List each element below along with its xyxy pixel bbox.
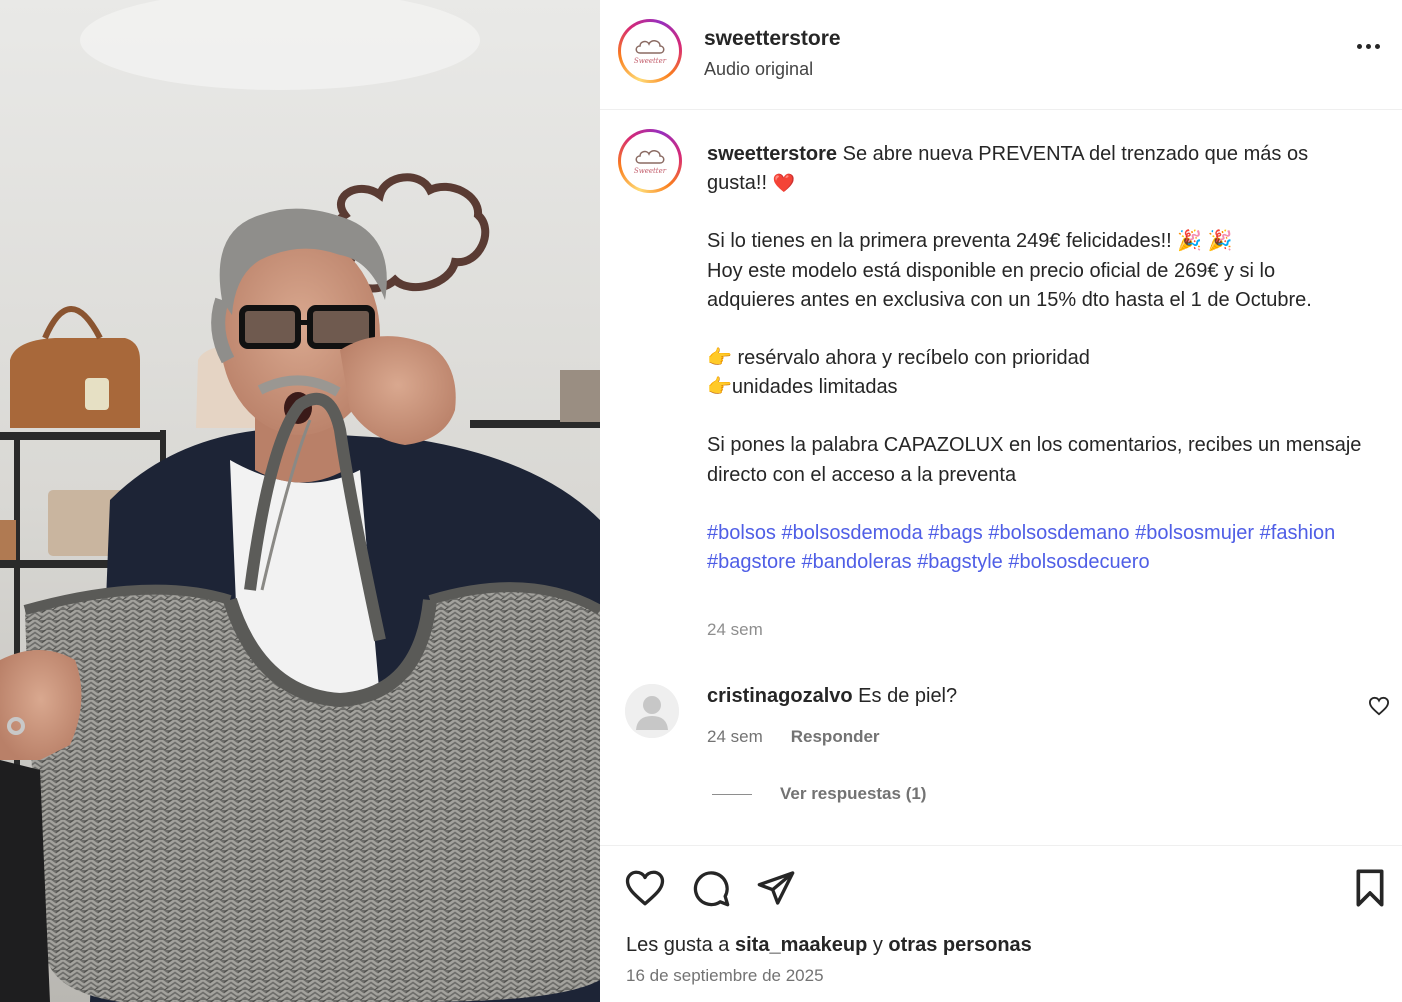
caption-bullet-reserve: resérvalo ahora y recíbelo con prioridad [737,347,1090,370]
hashtag-link[interactable]: #bolsosmujer [1135,522,1254,544]
hashtag-list: #bolsos #bolsosdemoda #bags #bolsosdeman… [707,519,1367,577]
liker-username[interactable]: sita_maakeup [735,934,867,956]
hashtag-link[interactable]: #bolsos [707,522,776,544]
post-header: Sweetter sweetterstore Audio original [600,0,1402,110]
caption-username[interactable]: sweetterstore [707,143,837,165]
party-popper-emoji: 🎉 🎉 [1177,230,1233,253]
hashtag-link[interactable]: #bags [928,522,983,544]
likes-summary: Les gusta a sita_maakeup y otras persona… [626,934,1032,957]
post-date[interactable]: 16 de septiembre de 2025 [626,966,824,986]
post-author-username[interactable]: sweetterstore [704,27,841,51]
hashtag-link[interactable]: #bolsosdemano [988,522,1129,544]
share-icon[interactable] [756,868,796,913]
cloud-logo-icon [635,150,665,164]
comment-meta: 24 sem Responder [707,727,880,747]
heart-icon[interactable] [624,868,666,913]
caption-cta: Si pones la palabra CAPAZOLUX en los com… [707,434,1362,486]
caption-bullet-limited: unidades limitadas [731,376,898,399]
hashtag-link[interactable]: #bagstore [707,551,796,573]
red-heart-emoji: ❤️ [772,173,796,194]
avatar-brand-text: Sweetter [633,57,667,65]
caption-timestamp[interactable]: 24 sem [707,620,763,640]
reply-button[interactable]: Responder [791,727,880,747]
other-likers-link[interactable]: otras personas [888,934,1031,956]
profile-avatar[interactable]: Sweetter [618,19,682,83]
default-user-icon [625,684,679,738]
view-replies-label: Ver respuestas (1) [780,784,927,803]
post-media-video[interactable] [0,0,600,1002]
commenter-avatar[interactable] [625,684,679,738]
pointing-hand-emoji: 👉 [707,347,732,370]
hashtag-link[interactable]: #bandoleras [802,551,912,573]
hashtag-link[interactable]: #bagstyle [917,551,1003,573]
hashtag-link[interactable]: #bolsosdemoda [782,522,923,544]
post-caption: sweetterstore Se abre nueva PREVENTA del… [707,140,1367,577]
replies-divider-line [712,793,752,795]
view-replies-button[interactable]: Ver respuestas (1) [712,784,926,804]
comment-like-heart-icon[interactable] [1368,696,1390,721]
caption-line-presale: Si lo tienes en la primera preventa 249€… [707,230,1172,253]
bookmark-icon[interactable] [1352,868,1388,913]
post-details-panel: Sweetter sweetterstore Audio original Sw… [600,0,1402,1002]
comment-timestamp[interactable]: 24 sem [707,727,763,747]
video-frame-illustration [0,0,600,1002]
caption-line-price: Hoy este modelo está disponible en preci… [707,259,1312,311]
comment-body: Es de piel? [858,685,958,707]
likes-prefix: Les gusta a [626,934,730,956]
cloud-logo-icon [635,40,665,54]
pointing-hand-emoji: 👉 [707,376,732,399]
hashtag-link[interactable]: #fashion [1260,522,1336,544]
comment-icon[interactable] [691,868,731,913]
caption-avatar[interactable]: Sweetter [618,129,682,193]
comment: cristinagozalvo Es de piel? [707,685,957,708]
hashtag-link[interactable]: #bolsosdecuero [1008,551,1149,573]
avatar-brand-text: Sweetter [633,167,667,175]
commenter-username[interactable]: cristinagozalvo [707,685,853,707]
likes-joiner: y [872,934,883,956]
more-horizontal-icon[interactable] [1357,44,1380,49]
audio-label[interactable]: Audio original [704,59,813,80]
